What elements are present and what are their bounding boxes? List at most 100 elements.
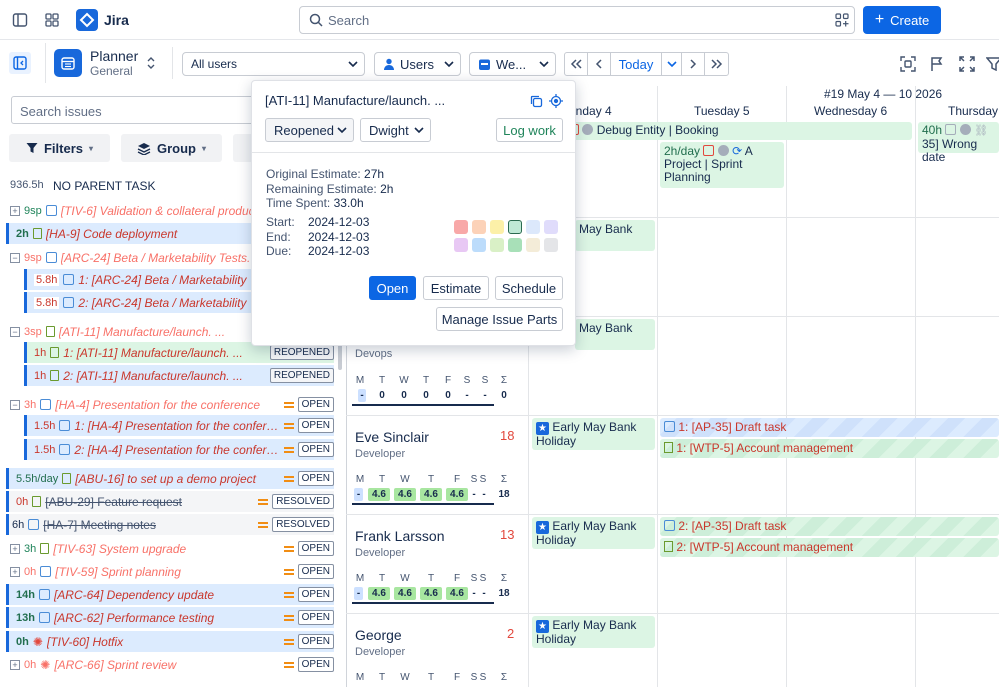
- priority-medium-icon: [283, 568, 294, 575]
- task-icon: [28, 519, 40, 530]
- issue-row[interactable]: 14h [ARC-64] Dependency update OPEN: [6, 584, 334, 605]
- color-swatch[interactable]: [544, 238, 558, 252]
- holiday-card[interactable]: ★ Early May Bank Holiday: [532, 418, 655, 450]
- assignee-select[interactable]: Dwight: [360, 118, 431, 142]
- sprint-planning-card[interactable]: 2h/day ⟳ A Project | Sprint Planning: [660, 142, 784, 188]
- global-search-input[interactable]: Search: [299, 6, 855, 34]
- planner-switch-icon[interactable]: [144, 54, 158, 72]
- filters-button[interactable]: Filters ▾: [9, 134, 110, 162]
- copy-icon[interactable]: [528, 93, 544, 109]
- issue-row[interactable]: + 0h [TIV-59] Sprint planning OPEN: [6, 561, 334, 582]
- estimate-button[interactable]: Estimate: [423, 276, 489, 300]
- issue-row[interactable]: 6h [HA-7] Meeting notes RESOLVED: [6, 514, 334, 535]
- issue-row[interactable]: + 0h ✺ [ARC-66] Sprint review OPEN: [6, 654, 334, 675]
- chevron-down-icon: [539, 60, 549, 68]
- booking-card[interactable]: Debug Entity | Booking: [564, 122, 912, 140]
- group-button[interactable]: Group ▾: [121, 134, 222, 162]
- expand-icon[interactable]: +: [10, 659, 20, 670]
- search-filter-icon[interactable]: [835, 13, 849, 27]
- log-work-button[interactable]: Log work: [496, 118, 563, 142]
- planner-app-icon[interactable]: [54, 49, 82, 77]
- first-page-button[interactable]: [564, 52, 588, 76]
- status-badge: REOPENED: [269, 345, 334, 360]
- color-swatch[interactable]: [508, 238, 522, 252]
- collapse-icon[interactable]: −: [10, 399, 20, 410]
- holiday-card[interactable]: May Bank: [575, 319, 655, 350]
- app-name[interactable]: Jira: [104, 12, 129, 28]
- users-filter-select[interactable]: All users: [182, 52, 365, 76]
- expand-icon[interactable]: +: [10, 205, 20, 216]
- collapse-icon[interactable]: −: [10, 252, 20, 263]
- holiday-card[interactable]: ★ Early May Bank Holiday: [532, 517, 655, 549]
- screenshot-icon[interactable]: [899, 55, 917, 73]
- color-swatch[interactable]: [490, 238, 504, 252]
- issue-row[interactable]: 1h 2: [ATI-11] Manufacture/launch. ... R…: [24, 365, 334, 386]
- issue-row[interactable]: 5.5h/day [ABU-16] to set up a demo proje…: [6, 468, 334, 489]
- last-page-button[interactable]: [704, 52, 729, 76]
- jira-logo-icon[interactable]: [76, 9, 98, 31]
- color-swatch[interactable]: [454, 220, 468, 234]
- app-switcher-icon[interactable]: [42, 10, 62, 30]
- task-title: 2: [AP-35] Draft task: [678, 519, 787, 533]
- issue-row[interactable]: 13h [ARC-62] Performance testing OPEN: [6, 607, 334, 628]
- task-title: 1: [WTP-5] Account management: [676, 441, 854, 455]
- view-select[interactable]: We...: [469, 52, 556, 76]
- no-parent-estimate: 936.5h: [10, 179, 44, 191]
- color-swatch[interactable]: [472, 238, 486, 252]
- collapse-panel-icon[interactable]: [9, 52, 31, 74]
- holiday-card[interactable]: May Bank: [575, 220, 655, 251]
- booking-title: A: [744, 144, 753, 158]
- color-swatch[interactable]: [454, 238, 468, 252]
- manage-issue-parts-button[interactable]: Manage Issue Parts: [436, 307, 563, 331]
- today-button[interactable]: Today: [610, 52, 662, 76]
- story-icon: [40, 543, 50, 554]
- color-swatch[interactable]: [526, 220, 540, 234]
- sidebar-toggle-icon[interactable]: [10, 10, 30, 30]
- holiday-title: Early May Bank Holiday: [536, 618, 637, 646]
- expand-icon[interactable]: +: [10, 566, 20, 577]
- issue-row[interactable]: + 3h [TIV-63] System upgrade OPEN: [6, 538, 334, 559]
- locate-icon[interactable]: [548, 93, 564, 109]
- next-button[interactable]: [681, 52, 705, 76]
- priority-medium-icon: [283, 401, 294, 408]
- task-card[interactable]: 2: [AP-35] Draft task: [660, 517, 999, 536]
- note-icon: [945, 124, 957, 135]
- color-swatch[interactable]: [544, 220, 558, 234]
- task-icon: [38, 612, 50, 623]
- schedule-button[interactable]: Schedule: [495, 276, 563, 300]
- task-card[interactable]: 1: [WTP-5] Account management: [660, 439, 999, 458]
- today-dropdown-button[interactable]: [661, 52, 682, 76]
- color-swatch[interactable]: [526, 238, 540, 252]
- status-select[interactable]: Reopened: [265, 118, 354, 142]
- expand-icon[interactable]: +: [10, 543, 20, 554]
- collapse-icon[interactable]: −: [10, 326, 20, 337]
- color-swatch[interactable]: [490, 220, 504, 234]
- issue-row[interactable]: 1.5h 2: [HA-4] Presentation for the conf…: [24, 439, 334, 460]
- fullscreen-icon[interactable]: [958, 55, 976, 73]
- task-card[interactable]: 2: [WTP-5] Account management: [660, 538, 999, 557]
- issue-row[interactable]: 1.5h 1: [HA-4] Presentation for the conf…: [24, 415, 334, 436]
- person-eve: Eve Sinclair Developer: [355, 429, 429, 460]
- wrong-date-card[interactable]: 40h ⛓ 35] Wrong date: [918, 122, 999, 164]
- create-button[interactable]: + Create: [863, 6, 941, 34]
- group-by-value: Users: [400, 56, 434, 72]
- filter-icon[interactable]: [986, 55, 999, 73]
- holiday-card[interactable]: ★ Early May Bank Holiday: [532, 616, 655, 648]
- popup-title[interactable]: [ATI-11] Manufacture/launch. ...: [265, 93, 445, 108]
- task-card[interactable]: 1: [AP-35] Draft task: [660, 418, 999, 437]
- issue-row[interactable]: 0h [ABU-29] Feature request RESOLVED: [6, 491, 334, 512]
- previous-button[interactable]: [587, 52, 611, 76]
- flag-icon[interactable]: [928, 55, 946, 73]
- open-button[interactable]: Open: [369, 276, 416, 300]
- day-header: Tuesday 5: [694, 104, 750, 118]
- task-icon: [63, 297, 75, 308]
- person-count: 18: [500, 428, 515, 443]
- color-swatch[interactable]: [508, 220, 522, 234]
- person-name: Eve Sinclair: [355, 429, 429, 445]
- group-by-select[interactable]: Users: [374, 52, 461, 76]
- day-header: Wednesday 6: [814, 104, 888, 118]
- issue-row[interactable]: − 3h [HA-4] Presentation for the confere…: [6, 394, 334, 415]
- color-swatch[interactable]: [472, 220, 486, 234]
- person-name: Frank Larsson: [355, 528, 445, 544]
- issue-row[interactable]: 0h ✺ [TIV-60] Hotfix OPEN: [6, 631, 334, 652]
